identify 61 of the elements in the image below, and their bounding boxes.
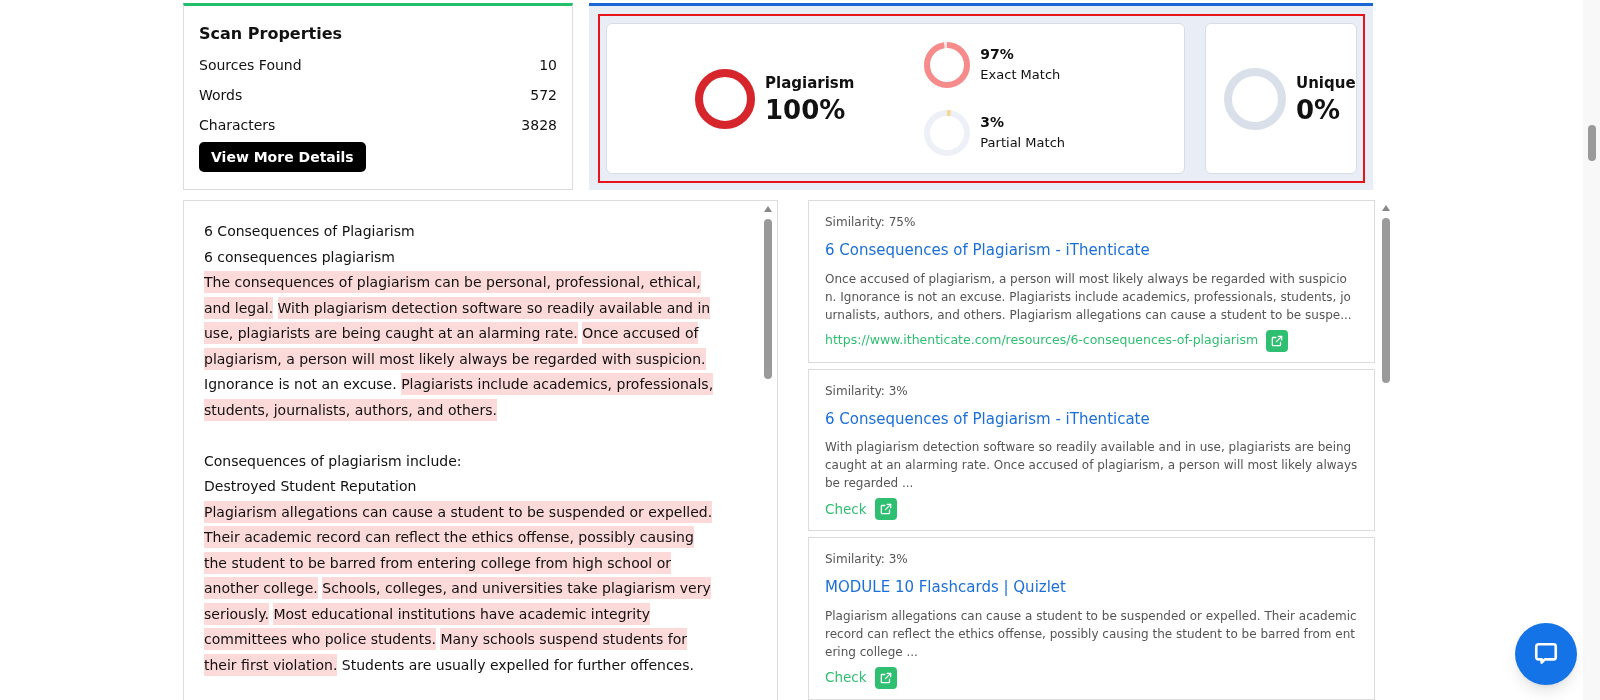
match-donut <box>924 41 971 88</box>
property-label: Characters <box>199 115 276 135</box>
scroll-up-arrow-icon[interactable] <box>763 205 773 213</box>
highlighted-text: seriously. <box>204 602 269 625</box>
source-title-link[interactable]: 6 Consequences of Plagiarism - iThenticate <box>825 239 1150 262</box>
plain-text: Consequences of plagiarism include: <box>204 452 462 469</box>
source-excerpt: With plagiarism detection software so readily available and in use, plagiarists are being caught at an alarming rate. Once accused of plagiarism, a person will most likely always be regarded ... <box>825 439 1358 492</box>
highlighted-text: plagiarism, a person will most likely always be regarded with suspicion. <box>204 347 706 370</box>
unique-percent: 0% <box>1296 94 1342 125</box>
highlighted-text: their first violation. <box>204 653 338 676</box>
property-value: 572 <box>530 85 557 105</box>
highlighted-text: Plagiarism allegations can cause a student to be suspended or expelled. <box>204 500 713 523</box>
external-link-icon[interactable] <box>874 498 897 520</box>
source-excerpt: Plagiarism allegations can cause a student to be suspended or expelled. Their academic record can reflect the ethics offense, possibly causing the student to be barred from entering college ... <box>825 607 1358 661</box>
scroll-up-arrow-icon[interactable] <box>1381 204 1391 212</box>
external-link-icon[interactable] <box>1266 329 1289 352</box>
external-link-icon[interactable] <box>874 666 897 689</box>
chat-bubble-icon <box>1533 641 1559 667</box>
highlighted-text: Their academic record can reflect the ethics offense, possibly causing <box>204 526 694 548</box>
plagiarism-percent: 100% <box>765 94 847 125</box>
unique-donut <box>1224 67 1286 130</box>
highlighted-text: Plagiarists include academics, professionals, <box>401 373 714 395</box>
match-donut <box>924 109 971 156</box>
highlighted-text: With plagiarism detection software so readily available and in <box>277 296 711 319</box>
highlighted-text: use, plagiarists are being caught at an alarming rate. <box>204 322 578 344</box>
highlighted-text: Schools, colleges, and universities take plagiarism very <box>322 577 711 599</box>
highlighted-text: and legal. <box>204 296 274 319</box>
highlighted-text: Many schools suspend students for <box>440 628 688 650</box>
page-scrollbar[interactable] <box>1583 0 1600 700</box>
source-title-link[interactable]: MODULE 10 Flashcards | Quizlet <box>825 576 1066 599</box>
property-value: 3828 <box>521 115 557 135</box>
highlighted-text: Most educational institutions have academic integrity <box>273 602 650 625</box>
view-details-button[interactable]: View More Details <box>199 142 366 172</box>
property-label: Words <box>199 85 243 105</box>
property-value: 10 <box>539 55 557 75</box>
chat-button[interactable] <box>1515 623 1577 685</box>
plain-text: 6 consequences plagiarism <box>204 248 395 265</box>
match-label: Exact Match <box>980 66 1061 85</box>
highlighted-text: The consequences of plagiarism can be personal, professional, ethical, <box>204 271 701 293</box>
match-label: Partial Match <box>980 134 1065 153</box>
plagiarism-donut <box>695 68 755 129</box>
similarity-label: Similarity: 75% <box>825 214 917 231</box>
highlighted-text: another college. <box>204 577 318 599</box>
match-percent: 97% <box>980 45 1015 65</box>
unique-label: Unique <box>1296 73 1356 95</box>
similarity-label: Similarity: 3% <box>825 382 909 400</box>
source-title-link[interactable]: 6 Consequences of Plagiarism - iThenticate <box>825 407 1150 430</box>
highlighted-text: the student to be barred from entering college from high school or <box>204 551 671 574</box>
highlighted-text: Once accused of <box>582 322 699 344</box>
plagiarism-label: Plagiarism <box>765 73 855 95</box>
plain-text: Ignorance is not an excuse. <box>204 376 397 392</box>
match-percent: 3% <box>980 113 1006 133</box>
plain-text: Destroyed Student Reputation <box>204 478 417 494</box>
plain-text: 6 Consequences of Plagiarism <box>204 223 415 239</box>
similarity-label: Similarity: 3% <box>825 551 909 568</box>
plain-text: Students are usually expelled for further offences. <box>341 656 694 673</box>
highlighted-text: committees who police students. <box>204 628 436 650</box>
property-label: Sources Found <box>199 55 302 75</box>
card-title: Scan Properties <box>199 23 344 45</box>
highlighted-text: students, journalists, authors, and others. <box>204 398 497 421</box>
source-excerpt: Once accused of plagiarism, a person will most likely always be regarded with suspicion. Ignorance is not an excuse. Plagiarists include academics, professionals, students, journalists, authors, and others. Plagiarism allegations can cause a student to be suspe... <box>825 270 1353 324</box>
